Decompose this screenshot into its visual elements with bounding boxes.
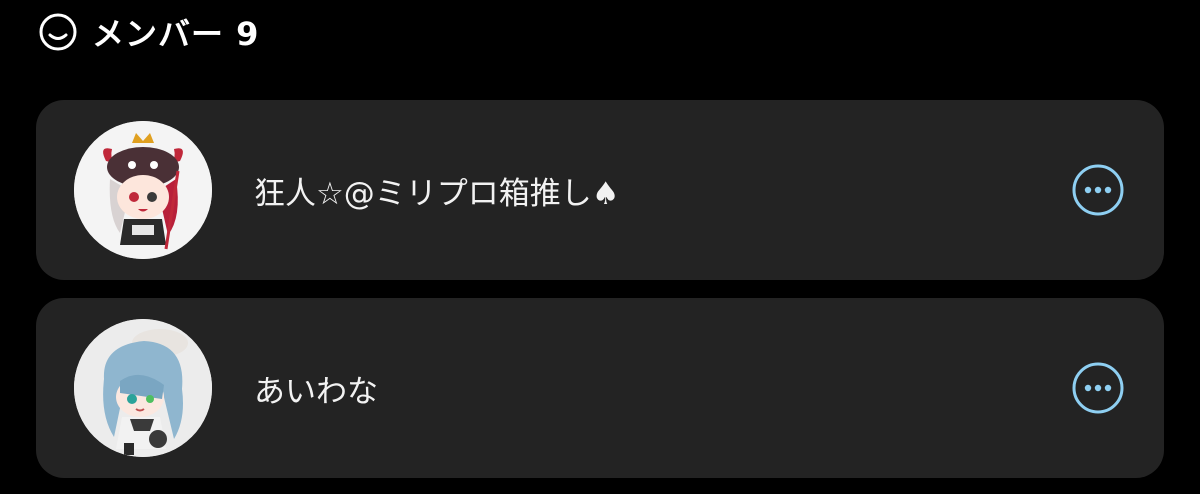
member-list-page: メンバー 9 狂人☆@ミリプロ箱推し♠ あいわな [0,0,1200,494]
more-options-icon [1072,362,1124,414]
more-options-button[interactable] [1072,362,1124,414]
avatar-chibi-red-hair-icon [74,121,212,259]
member-card[interactable]: あいわな [36,298,1164,478]
members-title: メンバー 9 [92,15,260,53]
member-name: あいわな [254,373,378,410]
avatar-chibi-blue-hair-icon [74,319,212,457]
more-options-button[interactable] [1072,164,1124,216]
members-header: メンバー 9 [38,10,259,54]
more-options-icon [1072,164,1124,216]
avatar[interactable] [74,319,212,457]
member-card[interactable]: 狂人☆@ミリプロ箱推し♠ [36,100,1164,280]
member-name: 狂人☆@ミリプロ箱推し♠ [254,175,620,212]
smile-icon [38,12,78,52]
avatar[interactable] [74,121,212,259]
